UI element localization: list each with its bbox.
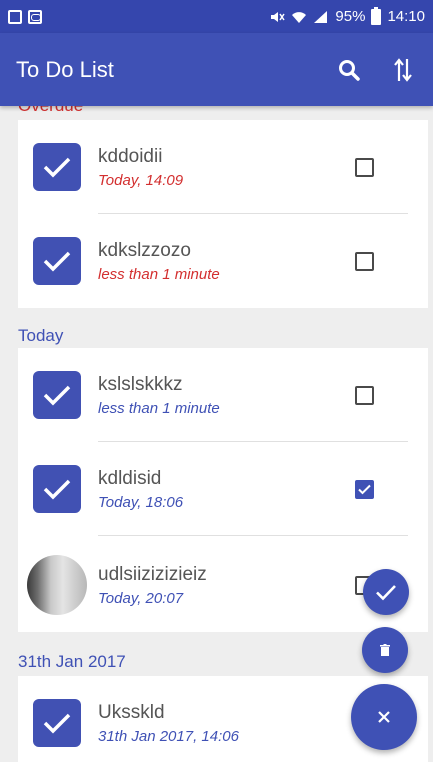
check-icon xyxy=(376,584,396,600)
task-time: Today, 14:09 xyxy=(98,171,184,189)
check-icon xyxy=(43,713,71,734)
task-time: less than 1 minute xyxy=(98,265,220,283)
task-checkbox-checked[interactable] xyxy=(355,479,374,499)
task-avatar xyxy=(33,699,81,747)
task-time: 31th Jan 2017, 14:06 xyxy=(98,727,239,745)
wifi-icon xyxy=(292,11,307,23)
task-name: kdkslzzozo xyxy=(98,239,191,261)
task-name: kddoidii xyxy=(98,145,163,167)
checkmark-icon xyxy=(358,484,371,494)
task-checkbox[interactable] xyxy=(355,157,374,177)
list-item[interactable]: kdldisid Today, 18:06 xyxy=(18,442,428,536)
task-checkbox[interactable] xyxy=(355,251,374,271)
task-name: kdldisid xyxy=(98,467,162,489)
sort-button[interactable] xyxy=(389,56,417,84)
check-icon xyxy=(43,157,71,178)
close-icon xyxy=(378,711,390,723)
task-time: less than 1 minute xyxy=(98,399,220,417)
screenshot-notification-icon xyxy=(8,9,22,24)
trash-icon xyxy=(380,644,390,656)
app-bar: To Do List xyxy=(0,33,433,106)
task-avatar xyxy=(33,371,81,419)
task-name: kslslskkkz xyxy=(98,373,183,395)
list-item[interactable]: kslslskkkz less than 1 minute xyxy=(18,348,428,442)
check-icon xyxy=(43,385,71,406)
task-avatar xyxy=(33,143,81,191)
task-avatar xyxy=(33,465,81,513)
delete-fab-button[interactable] xyxy=(362,627,408,673)
group-label-date: 31th Jan 2017 xyxy=(18,652,126,671)
voicemail-notification-icon xyxy=(28,9,42,24)
battery-percent: 95% xyxy=(335,8,366,25)
list-item[interactable]: kdkslzzozo less than 1 minute xyxy=(18,214,428,308)
complete-fab-button[interactable] xyxy=(363,569,409,615)
status-bar: 95% 14:10 xyxy=(0,0,433,33)
task-avatar xyxy=(33,237,81,285)
status-time: 14:10 xyxy=(387,8,425,25)
mute-icon xyxy=(271,11,286,22)
group-label-overdue: Overdue xyxy=(18,106,83,116)
task-time: Today, 20:07 xyxy=(98,589,184,607)
task-name: udlsiizizizieiz xyxy=(98,563,207,585)
task-photo-avatar xyxy=(27,555,87,615)
task-time: Today, 18:06 xyxy=(98,493,184,511)
search-button[interactable] xyxy=(335,56,363,84)
group-card-overdue: kddoidii Today, 14:09 kdkslzzozo less th… xyxy=(18,120,428,308)
sort-icon xyxy=(394,57,412,82)
list-item[interactable]: kddoidii Today, 14:09 xyxy=(18,120,428,214)
check-icon xyxy=(43,479,71,500)
close-fab-button[interactable] xyxy=(351,684,417,750)
battery-icon xyxy=(371,6,382,25)
task-checkbox[interactable] xyxy=(355,385,374,405)
check-icon xyxy=(43,251,71,272)
group-label-today: Today xyxy=(18,326,64,345)
task-name: Uksskld xyxy=(98,701,165,723)
page-title: To Do List xyxy=(16,56,114,82)
signal-icon xyxy=(314,10,328,23)
divider xyxy=(98,535,408,536)
search-icon xyxy=(339,59,360,81)
